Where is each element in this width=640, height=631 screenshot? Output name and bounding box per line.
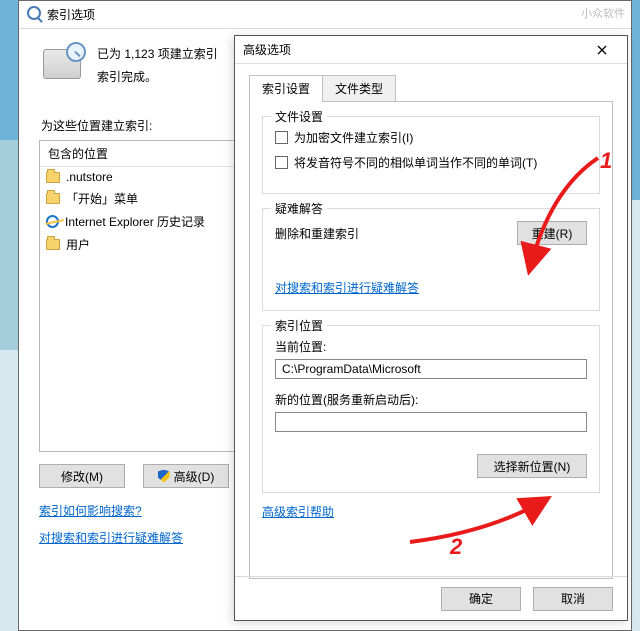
troubleshoot-search-link[interactable]: 对搜索和索引进行疑难解答 xyxy=(275,281,419,295)
close-button[interactable] xyxy=(585,40,619,60)
advanced-options-footer: 确定 取消 xyxy=(235,576,627,620)
current-location-field: C:\ProgramData\Microsoft xyxy=(275,359,587,379)
folder-icon xyxy=(46,239,60,250)
current-location-label: 当前位置: xyxy=(275,338,587,355)
choose-new-location-button[interactable]: 选择新位置(N) xyxy=(477,454,587,478)
list-item[interactable]: .nutstore xyxy=(40,167,236,187)
diacritics-checkbox-row[interactable]: 将发音符号不同的相似单词当作不同的单词(T) xyxy=(275,154,587,171)
included-locations-list[interactable]: 包含的位置 .nutstore 「开始」菜单 Internet Explorer… xyxy=(39,140,237,452)
cancel-button[interactable]: 取消 xyxy=(533,587,613,611)
ok-button[interactable]: 确定 xyxy=(441,587,521,611)
folder-icon xyxy=(46,193,60,204)
tab-label: 文件类型 xyxy=(335,82,383,96)
advanced-options-titlebar[interactable]: 高级选项 xyxy=(235,36,627,64)
advanced-button[interactable]: 高级(D) xyxy=(143,464,229,488)
advanced-options-window: 高级选项 索引设置 文件类型 文件设置 为加密文件建立索引(I) xyxy=(234,35,628,621)
index-done-text: 索引完成。 xyxy=(97,68,218,85)
advanced-options-title: 高级选项 xyxy=(243,41,291,58)
encrypt-label: 为加密文件建立索引(I) xyxy=(294,129,413,146)
ok-button-label: 确定 xyxy=(469,590,493,607)
list-item-label: 「开始」菜单 xyxy=(66,190,138,207)
rebuild-button[interactable]: 重建(R) xyxy=(517,221,587,245)
folder-icon xyxy=(46,172,60,183)
list-item[interactable]: 用户 xyxy=(40,233,236,256)
advanced-index-help-link[interactable]: 高级索引帮助 xyxy=(262,505,334,519)
list-item-label: Internet Explorer 历史记录 xyxy=(65,213,205,230)
troubleshoot-group: 疑难解答 删除和重建索引 重建(R) 对搜索和索引进行疑难解答 xyxy=(262,208,600,311)
advanced-button-label: 高级(D) xyxy=(174,468,215,485)
list-item[interactable]: Internet Explorer 历史记录 xyxy=(40,210,236,233)
shield-icon xyxy=(158,470,170,483)
index-location-group: 索引位置 当前位置: C:\ProgramData\Microsoft 新的位置… xyxy=(262,325,600,493)
ie-icon xyxy=(46,215,59,228)
checkbox-icon[interactable] xyxy=(275,156,288,169)
close-icon xyxy=(597,45,607,55)
index-location-legend: 索引位置 xyxy=(271,317,327,334)
list-item-label: 用户 xyxy=(66,236,90,253)
magnifier-icon xyxy=(27,6,41,23)
tab-label: 索引设置 xyxy=(262,82,310,96)
tab-panel: 文件设置 为加密文件建立索引(I) 将发音符号不同的相似单词当作不同的单词(T)… xyxy=(249,101,613,579)
encrypt-checkbox-row[interactable]: 为加密文件建立索引(I) xyxy=(275,129,587,146)
choose-new-location-label: 选择新位置(N) xyxy=(494,458,571,475)
tab-index-settings[interactable]: 索引设置 xyxy=(249,75,323,102)
locations-column-header[interactable]: 包含的位置 xyxy=(40,141,236,167)
modify-button-label: 修改(M) xyxy=(61,468,103,485)
rebuild-button-label: 重建(R) xyxy=(532,225,573,242)
indexing-options-titlebar[interactable]: 索引选项 xyxy=(19,1,631,29)
new-location-field[interactable] xyxy=(275,412,587,432)
file-settings-legend: 文件设置 xyxy=(271,108,327,125)
list-item-label: .nutstore xyxy=(66,170,113,184)
diacritics-label: 将发音符号不同的相似单词当作不同的单词(T) xyxy=(294,154,537,171)
checkbox-icon[interactable] xyxy=(275,131,288,144)
index-count-text: 已为 1,123 项建立索引 xyxy=(97,45,218,62)
drive-search-icon xyxy=(43,49,81,79)
cancel-button-label: 取消 xyxy=(561,590,585,607)
new-location-label: 新的位置(服务重新启动后): xyxy=(275,391,587,408)
tab-file-types[interactable]: 文件类型 xyxy=(322,75,396,102)
troubleshoot-legend: 疑难解答 xyxy=(271,200,327,217)
indexing-options-title: 索引选项 xyxy=(47,6,95,23)
tab-bar: 索引设置 文件类型 xyxy=(249,74,613,101)
file-settings-group: 文件设置 为加密文件建立索引(I) 将发音符号不同的相似单词当作不同的单词(T) xyxy=(262,116,600,194)
list-item[interactable]: 「开始」菜单 xyxy=(40,187,236,210)
rebuild-description: 删除和重建索引 xyxy=(275,225,359,242)
modify-button[interactable]: 修改(M) xyxy=(39,464,125,488)
current-location-value: C:\ProgramData\Microsoft xyxy=(282,362,421,376)
